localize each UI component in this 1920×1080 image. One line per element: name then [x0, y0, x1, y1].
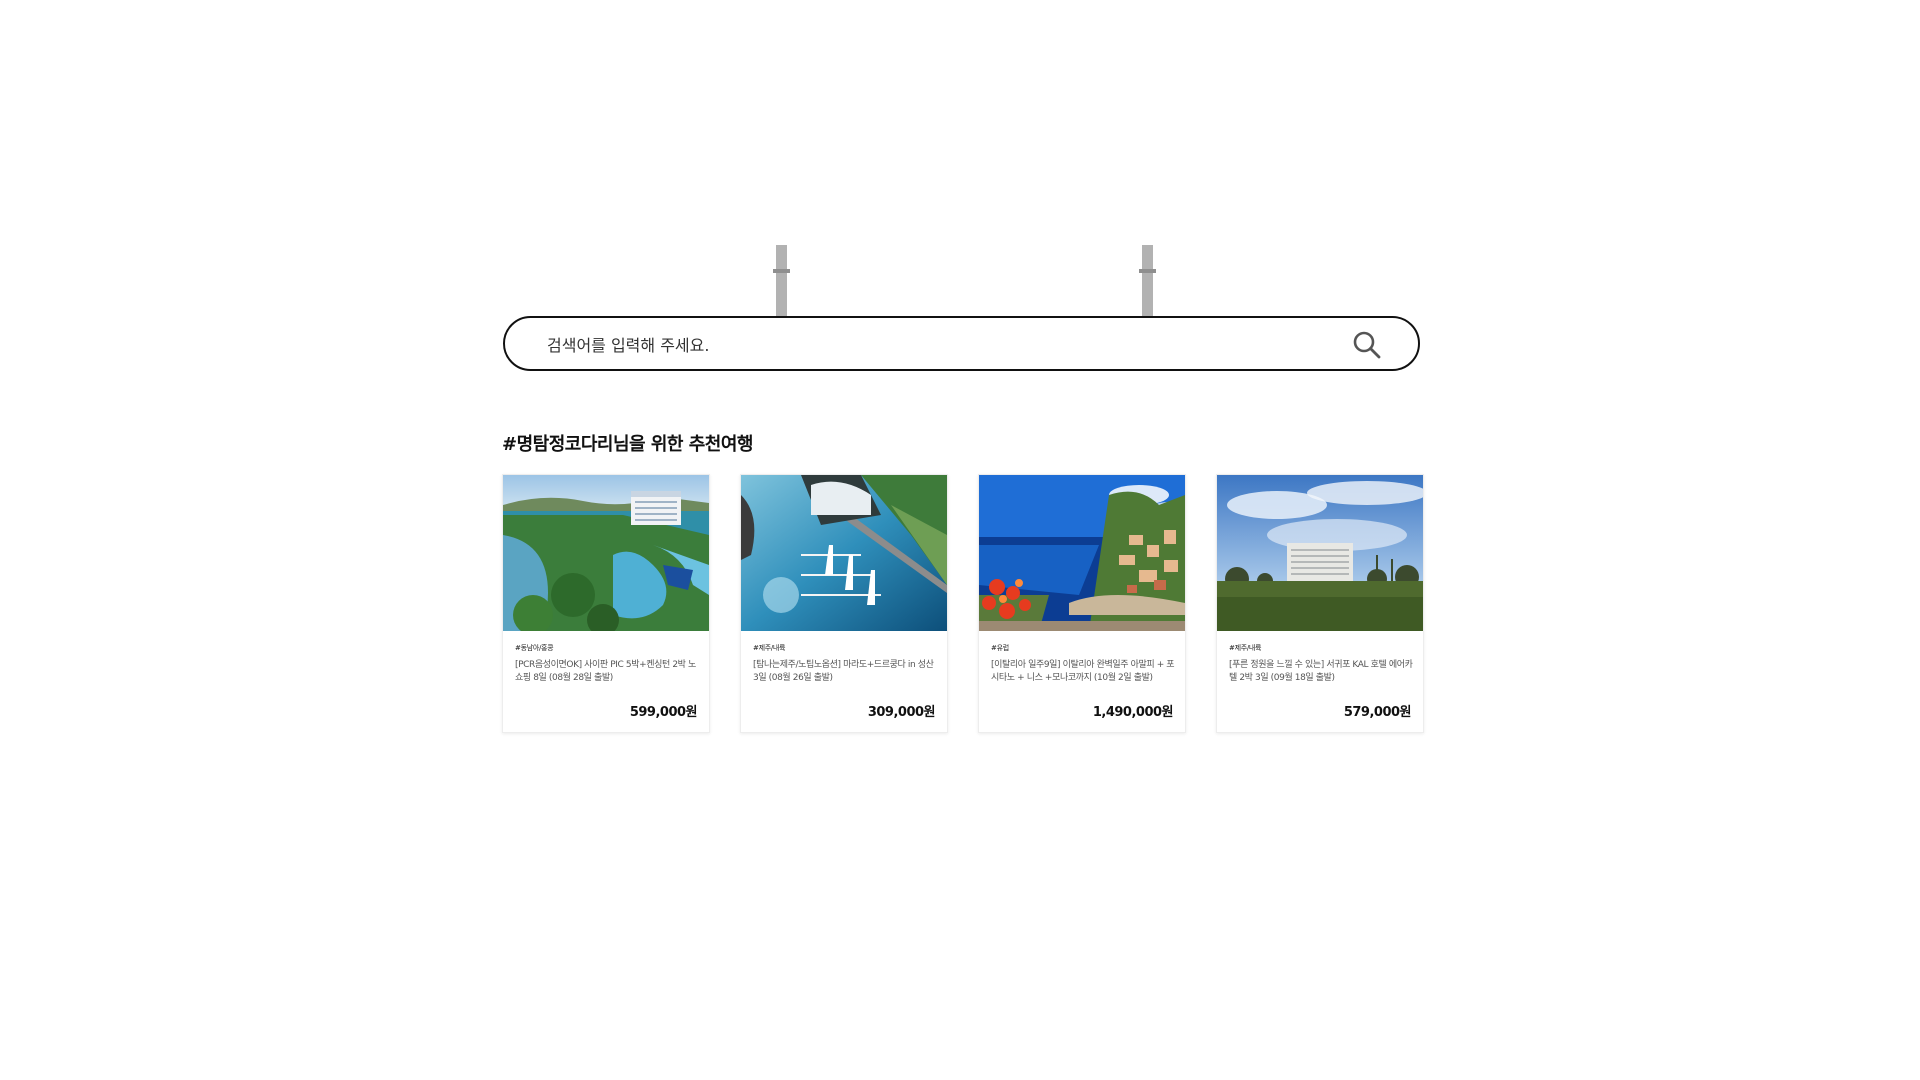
product-tag: #제주/내륙	[753, 644, 786, 652]
product-tag: #동남아/홍콩	[515, 644, 554, 652]
product-tag: #유럽	[991, 644, 1009, 652]
product-image	[503, 475, 709, 631]
hanger-notch	[1139, 269, 1156, 273]
product-image	[979, 475, 1185, 631]
product-image	[1217, 475, 1423, 631]
product-card[interactable]: #제주/내륙 [푸른 정원을 느낄 수 있는] 서귀포 KAL 호텔 에어카텔 …	[1216, 474, 1424, 733]
section-title: #명탐정코다리님을 위한 추천여행	[502, 434, 753, 455]
search-hanger-left	[773, 245, 790, 317]
product-price: 599,000원	[629, 705, 698, 720]
product-card[interactable]: #유럽 [이탈리아 일주9일] 이탈리아 완벽일주 아말피 + 포시타노 + 니…	[978, 474, 1186, 733]
product-price: 309,000원	[867, 705, 936, 720]
search-hanger-right	[1139, 245, 1156, 317]
product-description: [이탈리아 일주9일] 이탈리아 완벽일주 아말피 + 포시타노 + 니스 +모…	[991, 660, 1175, 683]
product-image	[741, 475, 947, 631]
product-price: 1,490,000원	[1092, 705, 1174, 720]
search-input[interactable]	[545, 326, 1329, 364]
product-description: [탐나는제주/노팁노옵션] 마라도+드르쿵다 in 성산 3일 (08월 26일…	[753, 660, 934, 683]
product-description: [PCR음성이면OK] 사이판 PIC 5박+켄싱턴 2박 노쇼핑 8일 (08…	[515, 660, 696, 683]
hanger-notch	[773, 269, 790, 273]
product-description: [푸른 정원을 느낄 수 있는] 서귀포 KAL 호텔 에어카텔 2박 3일 (…	[1229, 660, 1413, 683]
product-tag: #제주/내륙	[1229, 644, 1262, 652]
search-bar	[503, 316, 1420, 371]
search-button[interactable]	[1352, 330, 1382, 360]
page: #명탐정코다리님을 위한 추천여행	[0, 0, 1920, 1080]
product-card[interactable]: #동남아/홍콩 [PCR음성이면OK] 사이판 PIC 5박+켄싱턴 2박 노쇼…	[502, 474, 710, 733]
search-icon	[1353, 331, 1381, 359]
product-price: 579,000원	[1343, 705, 1412, 720]
product-card[interactable]: #제주/내륙 [탐나는제주/노팁노옵션] 마라도+드르쿵다 in 성산 3일 (…	[740, 474, 948, 733]
